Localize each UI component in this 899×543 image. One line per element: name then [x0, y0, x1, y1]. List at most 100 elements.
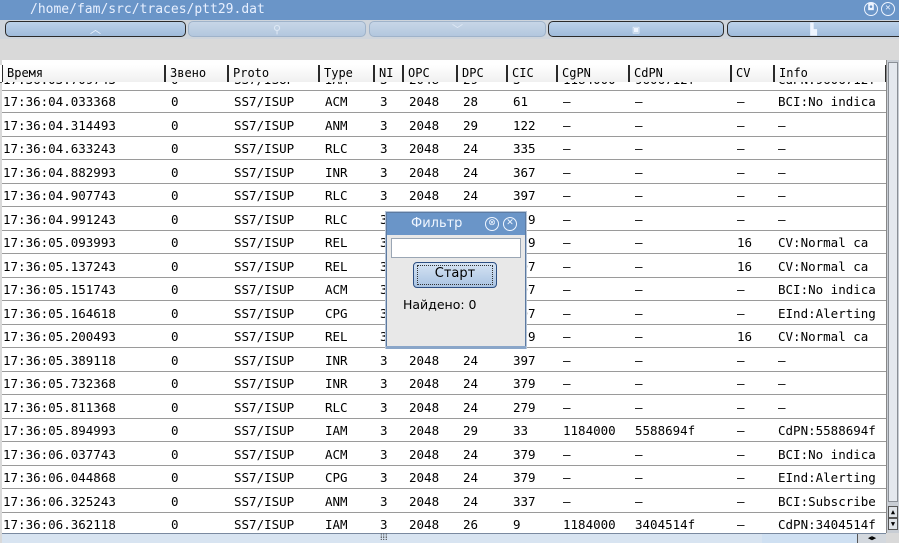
table-cell-ni: 3 [380, 517, 388, 532]
table-cell-info: BCI:No indica [778, 282, 876, 297]
table-row[interactable]: 17:36:05.389118 0 SS7/ISUP INR 3 2048 24 397 – – –… [2, 350, 886, 372]
horizontal-scrollbar[interactable]: ⁞⁞⁞ ◀▶ [2, 533, 886, 543]
table-cell-cgpn: – [563, 235, 571, 250]
column-header-proto[interactable]: Proto [228, 65, 319, 82]
table-cell-cic: 397 [513, 188, 536, 203]
table-cell-opc: 2048 [409, 446, 440, 462]
vertical-scrollbar[interactable]: ▲ ▼ [886, 60, 899, 533]
table-cell-звено: 0 [171, 282, 179, 297]
column-header-cv[interactable]: CV [731, 65, 774, 82]
table-cell-opc: 2048 [409, 423, 440, 438]
column-header-time[interactable]: Время [2, 65, 165, 82]
table-cell-type: RLC [325, 188, 348, 203]
dialog-minimize-icon[interactable]: ⊗ [485, 217, 499, 231]
table-row[interactable]: 17:36:04.907743 0 SS7/ISUP RLC 3 2048 24 397 – – –… [2, 185, 886, 207]
column-header-opc[interactable]: OPC [403, 65, 457, 82]
column-header-cdpn[interactable]: CdPN [629, 65, 731, 82]
table-cell-ni: 3 [380, 446, 388, 462]
filter-dialog-title: Фильтр [411, 216, 463, 231]
table-row[interactable]: 17:36:06.037743 0 SS7/ISUP ACM 3 2048 24 379 – – –… [2, 444, 886, 466]
table-cell-время: 17:36:05.200493 [3, 329, 116, 344]
table-cell-info: – [778, 399, 786, 415]
column-header-cic[interactable]: CIC [507, 65, 557, 82]
table-cell-ni: 3 [380, 188, 388, 203]
table-cell-cgpn: – [563, 117, 571, 133]
table-cell-время: 17:36:04.907743 [3, 188, 116, 203]
table-cell-ni: 3 [380, 117, 388, 133]
table-cell-proto: SS7/ISUP [234, 470, 295, 485]
table-row[interactable]: 17:36:04.033368 0 SS7/ISUP ACM 3 2048 28 61 – – – B… [2, 91, 886, 113]
table-cell-cgpn: 1184000 [563, 82, 629, 90]
table-cell-cgpn: – [563, 493, 571, 509]
table-cell-звено: 0 [171, 493, 179, 509]
table-cell-cic: 379 [513, 376, 536, 391]
table-cell-cdpn: – [635, 446, 643, 462]
table-cell-ni: 3 [380, 399, 388, 415]
table-cell-dpc: 24 [463, 188, 479, 203]
table-cell-type: INR [325, 164, 348, 180]
maximize-icon[interactable]: ◘ [864, 2, 878, 16]
table-cell-proto: SS7/ISUP [234, 399, 295, 415]
scroll-down-button[interactable]: ﹀ [369, 21, 546, 37]
table-cell-ni: 3 [380, 470, 388, 485]
table-row[interactable]: 17:36:05.811368 0 SS7/ISUP RLC 3 2048 24 279 – – –… [2, 397, 886, 419]
table-cell-звено: 0 [171, 446, 179, 462]
table-cell-cdpn: – [635, 399, 643, 415]
table-cell-cv: – [737, 117, 745, 133]
table-row[interactable]: 17:36:05.732368 0 SS7/ISUP INR 3 2048 24 379 – – –… [2, 373, 886, 395]
column-header-type[interactable]: Type [319, 65, 374, 82]
dialog-close-icon[interactable]: ✕ [503, 217, 517, 231]
table-row[interactable]: 17:36:04.314493 0 SS7/ISUP ANM 3 2048 29 122 – – –… [2, 115, 886, 137]
found-count: Найдено: 0 [403, 297, 477, 312]
scroll-down-arrow-icon[interactable]: ▼ [888, 518, 898, 530]
table-cell-type: REL [325, 329, 348, 344]
table-cell-ni: 3 [380, 352, 388, 368]
column-header-dpc[interactable]: DPC [457, 65, 507, 82]
column-header-link[interactable]: Звено [165, 65, 228, 82]
table-cell-cgpn: – [563, 211, 571, 227]
scroll-up-arrow-icon[interactable]: ▲ [888, 506, 898, 518]
table-row[interactable]: 17:36:04.882993 0 SS7/ISUP INR 3 2048 24 367 – – –… [2, 162, 886, 184]
table-cell-cv: – [737, 305, 745, 321]
table-cell-opc: 2048 [409, 470, 440, 485]
table-cell-type: ANM [325, 493, 348, 509]
scroll-up-button[interactable]: ︿ [5, 21, 186, 37]
save-button[interactable]: ▣ [548, 21, 724, 37]
table-row-partial[interactable]: 17:36:03.709743 0 SS7/ISUP IAM 3 2048 29 3 11840… [2, 82, 886, 91]
column-header-cgpn[interactable]: CgPN [557, 65, 629, 82]
table-cell-cic: 122 [513, 117, 536, 133]
table-cell-cgpn: – [563, 470, 571, 485]
table-cell-proto: SS7/ISUP [234, 82, 319, 90]
table-cell-type: ACM [325, 282, 348, 297]
column-header-info[interactable]: Info [774, 65, 886, 82]
table-row[interactable]: 17:36:06.044868 0 SS7/ISUP CPG 3 2048 24 379 – – –… [2, 467, 886, 489]
column-header-ni[interactable]: NI [374, 65, 403, 82]
vertical-scroll-thumb[interactable] [888, 62, 898, 502]
table-cell-opc: 2048 [409, 352, 440, 368]
table-cell-cgpn: – [563, 305, 571, 321]
table-cell-info: EInd:Alerting [778, 305, 876, 321]
table-cell-время: 17:36:05.811368 [3, 399, 116, 415]
export-button[interactable]: ▙ [727, 21, 899, 37]
table-row[interactable]: 17:36:05.894993 0 SS7/ISUP IAM 3 2048 29 33 1184… [2, 420, 886, 442]
table-cell-proto: SS7/ISUP [234, 282, 295, 297]
start-button[interactable]: Старт [413, 262, 497, 288]
table-cell-cdpn: 5588694f [635, 423, 696, 438]
close-icon[interactable]: ✕ [881, 2, 895, 16]
table-cell-cv: 16 [737, 258, 753, 274]
filter-input[interactable] [391, 238, 521, 258]
table-row[interactable]: 17:36:06.325243 0 SS7/ISUP ANM 3 2048 24 337 – – –… [2, 491, 886, 513]
search-button[interactable]: ⚲ [188, 21, 366, 37]
table-cell-cdpn: – [635, 211, 643, 227]
save-icon: ▣ [632, 23, 640, 36]
scroll-left-right-arrows-icon[interactable]: ◀▶ [857, 534, 886, 543]
table-cell-type: CPG [325, 470, 348, 485]
table-row[interactable]: 17:36:04.633243 0 SS7/ISUP RLC 3 2048 24 335 – – –… [2, 138, 886, 160]
table-cell-cgpn: 1184000 [563, 517, 616, 532]
table-cell-opc: 2048 [409, 164, 440, 180]
table-cell-dpc: 24 [463, 399, 479, 415]
table-cell-cdpn: – [635, 352, 643, 368]
table-cell-время: 17:36:05.093993 [3, 235, 116, 250]
table-row[interactable]: 17:36:06.362118 0 SS7/ISUP IAM 3 2048 26 9 11840… [2, 514, 886, 533]
table-cell-cdpn: – [635, 470, 643, 485]
